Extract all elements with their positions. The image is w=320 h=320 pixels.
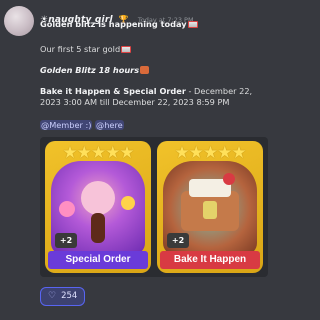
new-icon <box>187 21 198 28</box>
message-line-4: Bake it Happen & Special Order - Decembe… <box>40 86 268 108</box>
message-line-2: Our first 5 star gold <box>40 44 132 54</box>
card-banner: Bake It Happen <box>160 251 260 269</box>
card-bake-it-happen: ★★★★★ +2 Bake It Happen <box>157 141 263 273</box>
plus-badge: +2 <box>55 233 77 248</box>
star-rating: ★★★★★ <box>174 143 246 163</box>
new-icon <box>121 46 132 53</box>
mention-member[interactable]: @Member :) <box>40 120 93 130</box>
avatar[interactable] <box>4 6 34 36</box>
message-line-2-text: Our first 5 star gold <box>40 44 121 54</box>
plus-badge: +2 <box>167 233 189 248</box>
message-line-3-text: Golden Blitz 18 hours <box>40 65 140 75</box>
image-attachment[interactable]: ★★★★★ +2 Special Order ★★★★★ +2 Bake It … <box>40 137 268 277</box>
star-rating: ★★★★★ <box>62 143 134 163</box>
reaction-count: 254 <box>61 291 78 301</box>
reaction-heart[interactable]: ♡ 254 <box>40 287 86 306</box>
message-line-1-text: Golden blitz is happening today <box>40 19 187 29</box>
message-line-1: Golden blitz is happening today <box>40 19 198 29</box>
card-special-order: ★★★★★ +2 Special Order <box>45 141 151 273</box>
heart-icon: ♡ <box>48 291 57 301</box>
mentions: @Member :) @here <box>40 120 124 130</box>
message-line-3: Golden Blitz 18 hours <box>40 65 150 75</box>
event-title: Bake it Happen & Special Order <box>40 86 186 96</box>
card-banner: Special Order <box>48 251 148 269</box>
gift-icon <box>140 66 150 74</box>
mention-here[interactable]: @here <box>95 120 124 130</box>
